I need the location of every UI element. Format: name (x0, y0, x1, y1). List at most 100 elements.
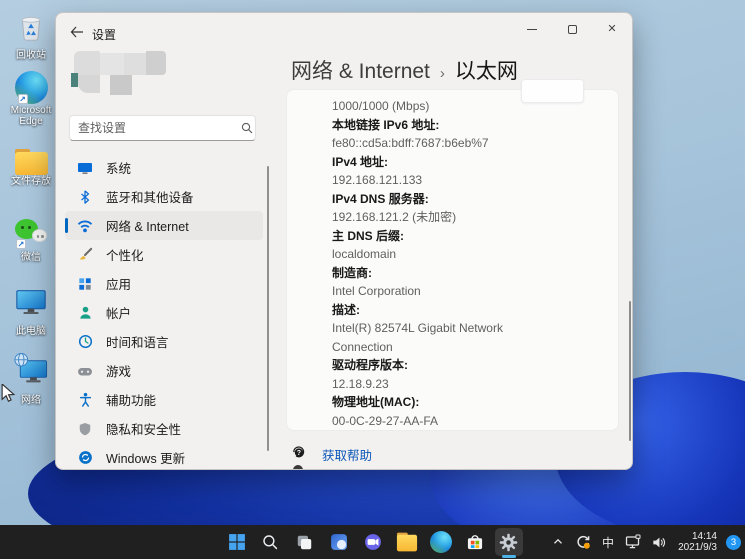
detail-value: 192.168.121.2 (未加密) (332, 208, 560, 227)
search-icon (261, 533, 280, 552)
tray-overflow-button[interactable] (549, 529, 567, 555)
tray-network-button[interactable] (624, 529, 642, 555)
detail-value: 00-0C-29-27-AA-FA (332, 412, 560, 431)
desktop-icon-folder[interactable]: 文件存放 (2, 149, 60, 187)
desktop-icon-edge[interactable]: ↗ Microsoft Edge (2, 71, 60, 127)
close-icon: ✕ (607, 24, 616, 34)
user-avatar-redacted (74, 43, 166, 101)
detail-value: fe80::cd5a:bdff:7687:b6eb%7 (332, 134, 560, 153)
breadcrumb: 网络 & Internet › 以太网 (291, 55, 518, 85)
desktop-icon-label: 网络 (21, 395, 41, 406)
personalization-icon (77, 247, 93, 263)
bluetooth-icon (77, 189, 93, 205)
feedback-icon-partial (293, 465, 303, 470)
sidebar-item-accessibility[interactable]: 辅助功能 (65, 385, 263, 414)
chat-camera-icon (363, 532, 383, 552)
mouse-cursor (0, 384, 16, 409)
desktop-icon-wechat[interactable]: ↗ 微信 (2, 219, 60, 263)
sidebar-item-gaming[interactable]: 游戏 (65, 356, 263, 385)
detail-value: 192.168.121.133 (332, 171, 560, 190)
get-help-row[interactable]: ? 获取帮助 (291, 444, 372, 464)
close-button[interactable]: ✕ (592, 13, 632, 45)
desktop-icon-recycle-bin[interactable]: 回收站 (2, 8, 60, 61)
gear-icon (498, 532, 519, 553)
widgets-icon (329, 532, 349, 552)
detail-value: Intel Corporation (332, 282, 560, 301)
privacy-shield-icon (77, 421, 93, 437)
detail-label: 物理地址(MAC): (332, 393, 598, 412)
clock[interactable]: 14:14 2021/9/3 (674, 531, 717, 554)
chevron-up-icon (551, 535, 565, 549)
sidebar-item-apps[interactable]: 应用 (65, 269, 263, 298)
edge-icon (430, 531, 452, 553)
sidebar-item-privacy[interactable]: 隐私和安全性 (65, 414, 263, 443)
file-explorer-button[interactable] (393, 528, 421, 556)
taskbar-search-button[interactable] (257, 528, 285, 556)
detail-row: 本地链接 IPv6 地址: fe80::cd5a:bdff:7687:b6eb%… (332, 116, 598, 153)
maximize-button[interactable] (552, 13, 592, 45)
settings-button[interactable] (495, 528, 523, 556)
search-input[interactable] (70, 121, 241, 135)
edge-button[interactable] (427, 528, 455, 556)
desktop-icon-label: 此电脑 (16, 326, 46, 337)
accessibility-icon (77, 392, 93, 408)
folder-icon (15, 149, 48, 175)
sidebar-item-time-language[interactable]: 时间和语言 (65, 327, 263, 356)
sidebar-item-system[interactable]: 系统 (65, 153, 263, 182)
content-scrollbar[interactable] (629, 301, 631, 441)
detail-row: 描述: Intel(R) 82574L Gigabit Network Conn… (332, 301, 598, 357)
tray-sync-button[interactable] (574, 529, 592, 555)
selected-indicator (65, 218, 68, 233)
widgets-button[interactable] (325, 528, 353, 556)
detail-row: IPv4 DNS 服务器: 192.168.121.2 (未加密) (332, 190, 598, 227)
task-view-button[interactable] (291, 528, 319, 556)
get-help-link[interactable]: 获取帮助 (322, 445, 372, 464)
desktop-icon-label: Microsoft Edge (2, 105, 60, 127)
network-computer-icon (12, 352, 50, 394)
detail-row: 制造商: Intel Corporation (332, 264, 598, 301)
sidebar-item-bluetooth[interactable]: 蓝牙和其他设备 (65, 182, 263, 211)
settings-window: 设置 ✕ 系统 (55, 12, 633, 470)
svg-text:?: ? (297, 450, 301, 457)
time-language-icon (77, 334, 93, 350)
store-bag-icon (465, 532, 485, 552)
notification-badge[interactable]: 3 (726, 535, 741, 550)
edge-icon: ↗ (15, 71, 48, 104)
minimize-icon (527, 29, 537, 30)
breadcrumb-parent[interactable]: 网络 & Internet (291, 55, 430, 85)
store-button[interactable] (461, 528, 489, 556)
chevron-right-icon: › (440, 65, 445, 82)
windows-update-icon (77, 450, 93, 466)
minimize-button[interactable] (512, 13, 552, 45)
detail-label: IPv4 DNS 服务器: (332, 190, 598, 209)
detail-label: 主 DNS 后缀: (332, 227, 598, 246)
detail-value: localdomain (332, 245, 560, 264)
input-method-indicator[interactable]: 中 (599, 529, 617, 555)
tray-date: 2021/9/3 (678, 542, 717, 554)
desktop-icon-label: 文件存放 (11, 176, 51, 187)
detail-row: 主 DNS 后缀: localdomain (332, 227, 598, 264)
tray-volume-button[interactable] (649, 529, 667, 555)
chat-button[interactable] (359, 528, 387, 556)
desktop: 回收站 ↗ Microsoft Edge 文件存放 ↗ 微信 (0, 0, 745, 559)
recycle-bin-icon (14, 8, 48, 49)
start-button[interactable] (223, 528, 251, 556)
detail-row: IPv4 地址: 192.168.121.133 (332, 153, 598, 190)
sidebar-item-personalization[interactable]: 个性化 (65, 240, 263, 269)
task-view-icon (295, 533, 314, 552)
back-button[interactable] (66, 21, 88, 43)
wifi-icon (77, 218, 93, 234)
detail-label: 驱动程序版本: (332, 356, 598, 375)
windows-logo-icon (227, 532, 247, 552)
sync-update-icon (575, 534, 591, 550)
tray-time: 14:14 (678, 531, 717, 543)
desktop-icon-this-pc[interactable]: 此电脑 (2, 286, 60, 337)
sidebar-item-network-internet[interactable]: 网络 & Internet (65, 211, 263, 240)
help-icon: ? (291, 444, 306, 464)
sidebar-scrollbar[interactable] (267, 166, 269, 451)
sidebar-item-windows-update[interactable]: Windows 更新 (65, 443, 263, 470)
shortcut-arrow-icon: ↗ (18, 94, 28, 104)
copy-button-partial[interactable] (521, 79, 584, 103)
sidebar-item-accounts[interactable]: 帐户 (65, 298, 263, 327)
search-icon (241, 122, 253, 134)
